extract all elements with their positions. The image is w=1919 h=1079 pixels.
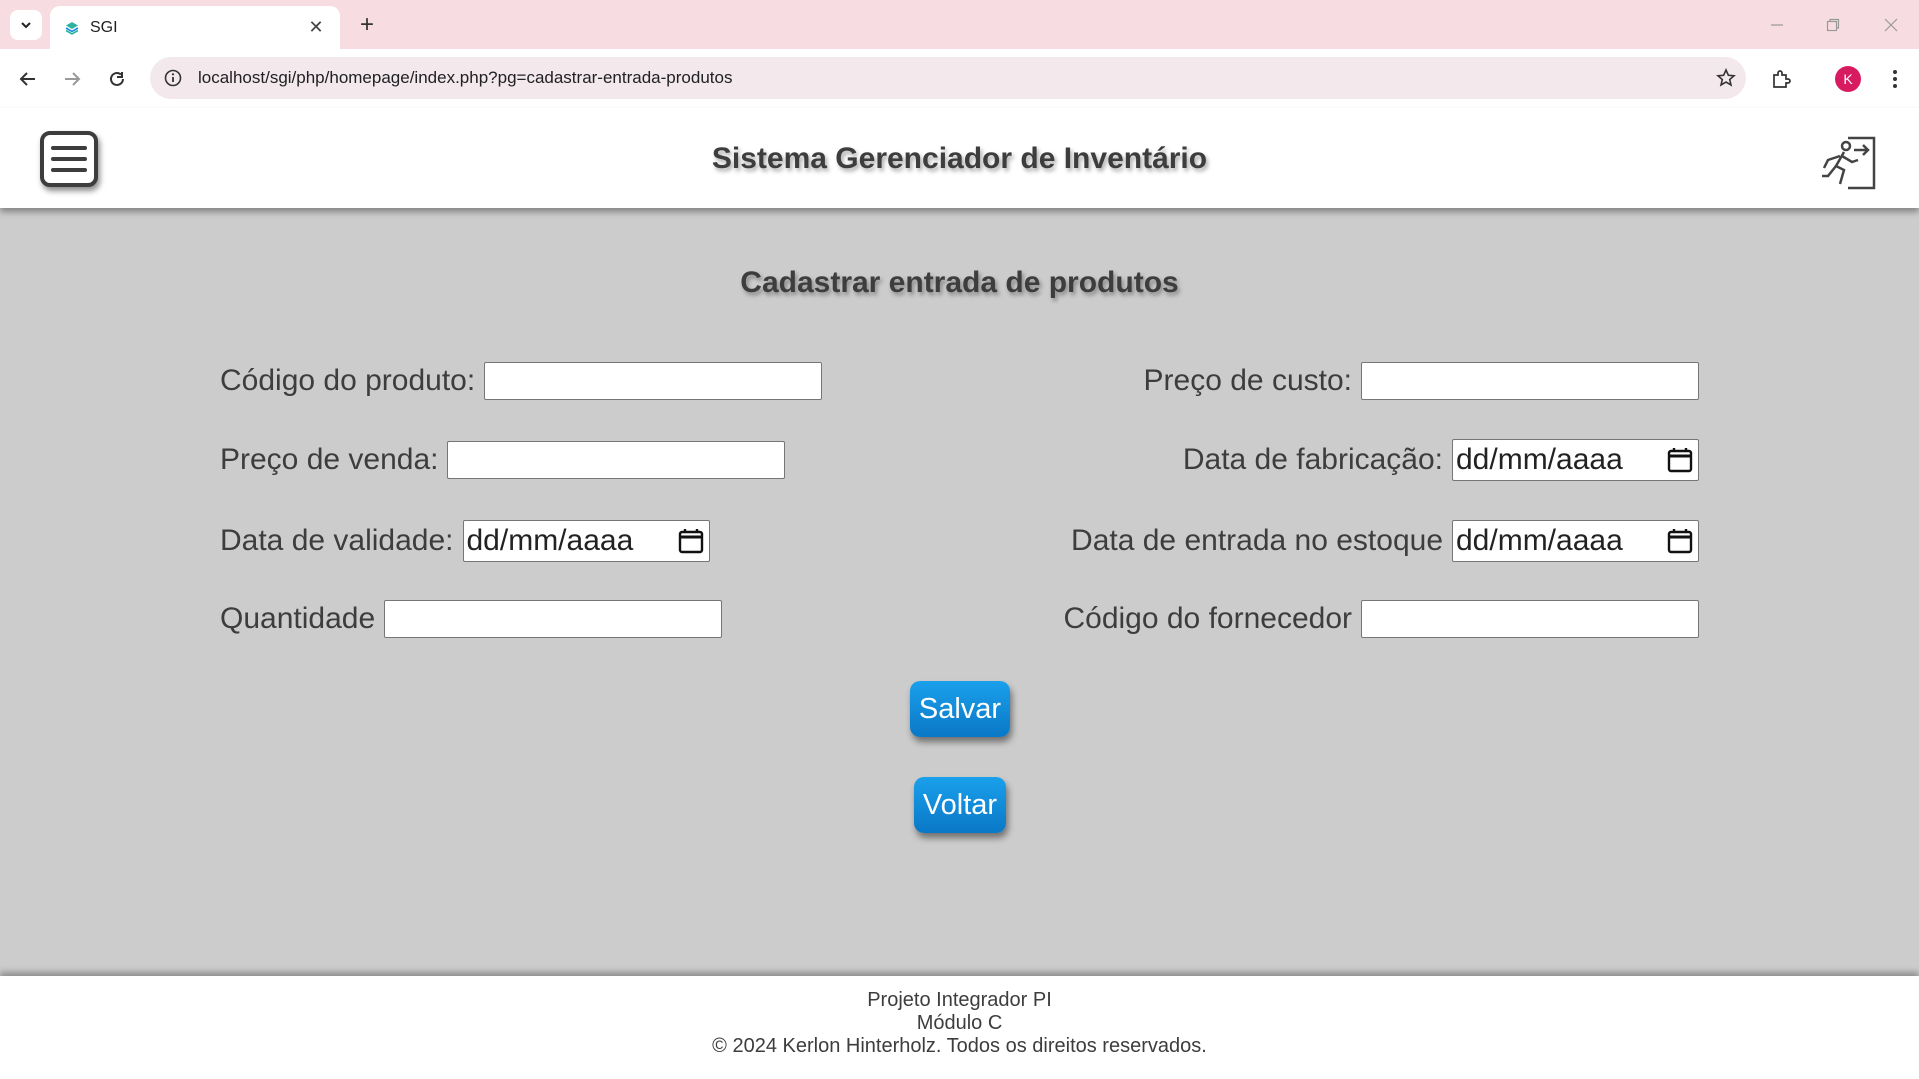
data-fabricacao-placeholder: dd/mm/aaaa [1456,443,1623,476]
page-header: Sistema Gerenciador de Inventário [0,108,1919,208]
tab-close-icon[interactable]: ✕ [306,17,326,38]
browser-toolbar: localhost/sgi/php/homepage/index.php?pg=… [0,49,1919,108]
data-validade-placeholder: dd/mm/aaaa [466,524,634,557]
reload-icon[interactable] [101,63,133,95]
main-content: Cadastrar entrada de produtos Código do … [0,208,1919,976]
page-footer: Projeto Integrador PI Módulo C © 2024 Ke… [0,976,1919,1079]
site-info-icon[interactable] [164,69,186,87]
codigo-fornecedor-label: Código do fornecedor [1063,602,1352,635]
quantidade-input[interactable] [384,600,723,638]
preco-custo-label: Preço de custo: [1143,364,1352,397]
restore-icon[interactable] [1818,10,1848,40]
data-entrada-input[interactable]: dd/mm/aaaa [1452,520,1699,562]
data-validade-input[interactable]: dd/mm/aaaa [462,520,710,562]
field-quantidade: Quantidade [220,600,723,638]
forward-icon[interactable] [56,63,88,95]
new-tab-button[interactable]: + [352,10,382,40]
tab-title: SGI [90,18,118,36]
field-data-entrada: Data de entrada no estoque dd/mm/aaaa [1071,520,1699,562]
tab-search-button[interactable] [10,10,42,40]
address-bar[interactable]: localhost/sgi/php/homepage/index.php?pg=… [150,57,1746,99]
data-entrada-label: Data de entrada no estoque [1071,524,1443,557]
data-fabricacao-label: Data de fabricação: [1182,443,1443,476]
field-preco-venda: Preço de venda: [220,441,786,479]
data-entrada-placeholder: dd/mm/aaaa [1456,524,1623,557]
preco-venda-input[interactable] [447,441,786,479]
profile-initial: K [1835,66,1861,92]
window-close-icon[interactable] [1876,10,1906,40]
logout-exit-icon[interactable] [1818,132,1878,192]
save-button[interactable]: Salvar [910,681,1010,737]
field-preco-custo: Preço de custo: [1144,362,1699,400]
chevron-down-icon [21,22,31,29]
quantidade-label: Quantidade [220,602,376,635]
browser-tabstrip: SGI ✕ + [0,0,1919,49]
profile-avatar[interactable]: K [1831,63,1865,95]
kebab-menu-icon[interactable] [1878,63,1912,95]
data-validade-label: Data de validade: [220,524,454,557]
site-title: Sistema Gerenciador de Inventário [711,142,1208,175]
footer-module: Módulo C [916,1012,1003,1034]
preco-venda-label: Preço de venda: [220,443,439,476]
calendar-icon[interactable] [677,527,705,555]
minimize-icon[interactable] [1762,10,1792,40]
footer-copyright: © 2024 Kerlon Hinterholz. Todos os direi… [712,1035,1207,1057]
bookmark-star-icon[interactable] [1706,68,1746,88]
field-data-validade: Data de validade: dd/mm/aaaa [220,520,710,562]
browser-tab-active[interactable]: SGI ✕ [50,6,340,49]
codigo-produto-input[interactable] [484,362,823,400]
calendar-icon[interactable] [1666,446,1694,474]
form-title: Cadastrar entrada de produtos [740,266,1179,299]
calendar-icon[interactable] [1666,527,1694,555]
field-data-fabricacao: Data de fabricação: dd/mm/aaaa [1183,439,1699,481]
field-codigo-produto: Código do produto: [220,362,823,400]
extensions-icon[interactable] [1764,63,1798,95]
footer-project: Projeto Integrador PI [867,989,1052,1011]
field-codigo-fornecedor: Código do fornecedor [1063,600,1699,638]
back-icon[interactable] [12,63,44,95]
data-fabricacao-input[interactable]: dd/mm/aaaa [1452,439,1699,481]
back-button[interactable]: Voltar [914,777,1006,833]
codigo-fornecedor-input[interactable] [1361,600,1699,638]
favicon-icon [65,21,79,35]
preco-custo-input[interactable] [1361,362,1699,400]
codigo-produto-label: Código do produto: [220,364,476,397]
url-text[interactable]: localhost/sgi/php/homepage/index.php?pg=… [198,68,1706,88]
